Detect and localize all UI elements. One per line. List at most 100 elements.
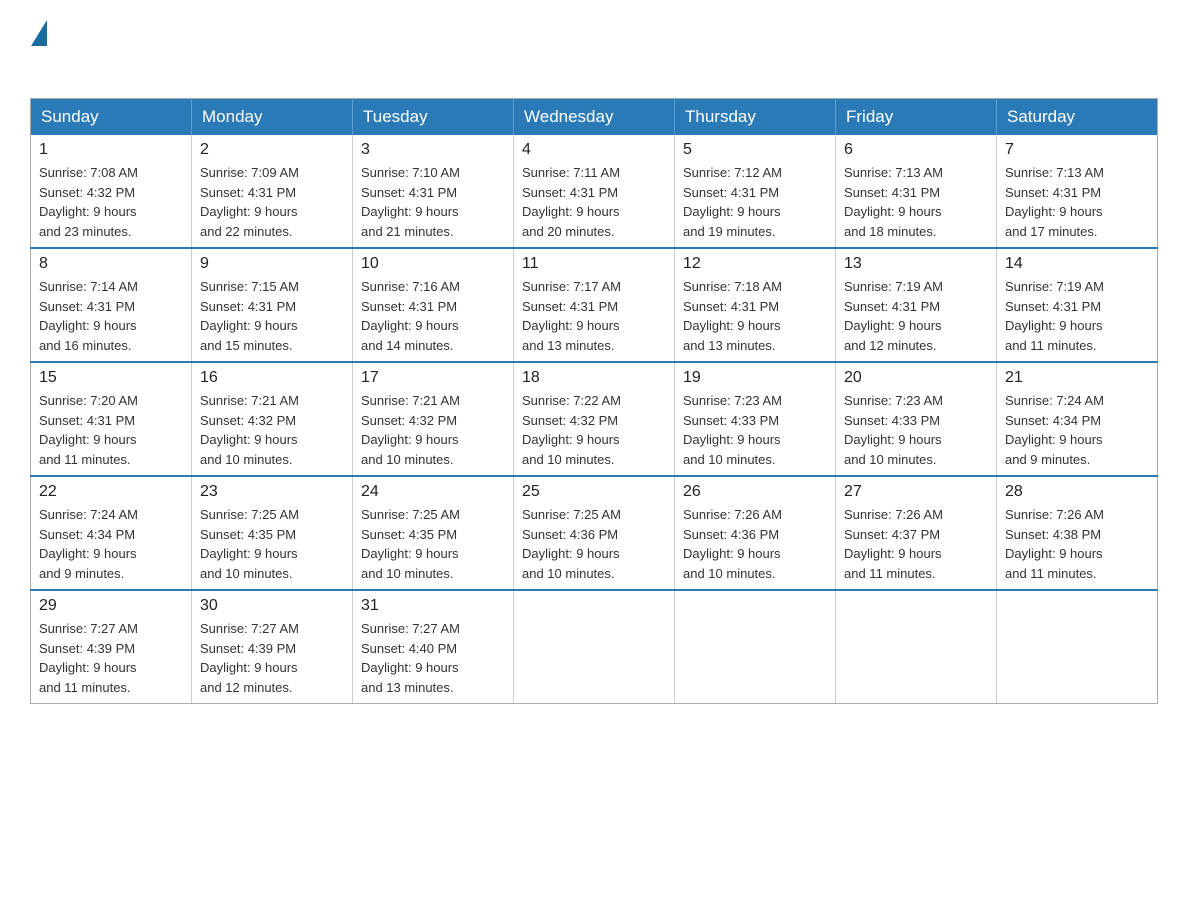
calendar-cell: 13 Sunrise: 7:19 AM Sunset: 4:31 PM Dayl… — [836, 248, 997, 362]
calendar-cell: 5 Sunrise: 7:12 AM Sunset: 4:31 PM Dayli… — [675, 135, 836, 248]
calendar-cell — [514, 590, 675, 704]
calendar-cell: 7 Sunrise: 7:13 AM Sunset: 4:31 PM Dayli… — [997, 135, 1158, 248]
day-info: Sunrise: 7:22 AM Sunset: 4:32 PM Dayligh… — [522, 391, 666, 469]
day-number: 3 — [361, 141, 505, 159]
day-info: Sunrise: 7:19 AM Sunset: 4:31 PM Dayligh… — [1005, 277, 1149, 355]
day-info: Sunrise: 7:26 AM Sunset: 4:36 PM Dayligh… — [683, 505, 827, 583]
calendar-cell: 22 Sunrise: 7:24 AM Sunset: 4:34 PM Dayl… — [31, 476, 192, 590]
calendar-cell: 30 Sunrise: 7:27 AM Sunset: 4:39 PM Dayl… — [192, 590, 353, 704]
weekday-header-row: SundayMondayTuesdayWednesdayThursdayFrid… — [31, 99, 1158, 136]
calendar-cell: 4 Sunrise: 7:11 AM Sunset: 4:31 PM Dayli… — [514, 135, 675, 248]
calendar-cell: 1 Sunrise: 7:08 AM Sunset: 4:32 PM Dayli… — [31, 135, 192, 248]
day-info: Sunrise: 7:19 AM Sunset: 4:31 PM Dayligh… — [844, 277, 988, 355]
calendar-cell: 28 Sunrise: 7:26 AM Sunset: 4:38 PM Dayl… — [997, 476, 1158, 590]
weekday-header-thursday: Thursday — [675, 99, 836, 136]
calendar-cell — [836, 590, 997, 704]
calendar-cell: 18 Sunrise: 7:22 AM Sunset: 4:32 PM Dayl… — [514, 362, 675, 476]
day-info: Sunrise: 7:12 AM Sunset: 4:31 PM Dayligh… — [683, 163, 827, 241]
calendar-cell: 24 Sunrise: 7:25 AM Sunset: 4:35 PM Dayl… — [353, 476, 514, 590]
day-number: 8 — [39, 255, 183, 273]
day-info: Sunrise: 7:21 AM Sunset: 4:32 PM Dayligh… — [361, 391, 505, 469]
day-number: 14 — [1005, 255, 1149, 273]
day-number: 22 — [39, 483, 183, 501]
calendar-cell: 27 Sunrise: 7:26 AM Sunset: 4:37 PM Dayl… — [836, 476, 997, 590]
day-number: 9 — [200, 255, 344, 273]
calendar-cell: 21 Sunrise: 7:24 AM Sunset: 4:34 PM Dayl… — [997, 362, 1158, 476]
page-header — [30, 20, 1158, 78]
day-info: Sunrise: 7:11 AM Sunset: 4:31 PM Dayligh… — [522, 163, 666, 241]
day-info: Sunrise: 7:14 AM Sunset: 4:31 PM Dayligh… — [39, 277, 183, 355]
day-number: 4 — [522, 141, 666, 159]
day-number: 7 — [1005, 141, 1149, 159]
day-number: 18 — [522, 369, 666, 387]
calendar-cell: 15 Sunrise: 7:20 AM Sunset: 4:31 PM Dayl… — [31, 362, 192, 476]
calendar-cell: 16 Sunrise: 7:21 AM Sunset: 4:32 PM Dayl… — [192, 362, 353, 476]
day-info: Sunrise: 7:16 AM Sunset: 4:31 PM Dayligh… — [361, 277, 505, 355]
day-info: Sunrise: 7:15 AM Sunset: 4:31 PM Dayligh… — [200, 277, 344, 355]
day-info: Sunrise: 7:27 AM Sunset: 4:39 PM Dayligh… — [200, 619, 344, 697]
weekday-header-monday: Monday — [192, 99, 353, 136]
logo — [30, 20, 47, 78]
week-row-5: 29 Sunrise: 7:27 AM Sunset: 4:39 PM Dayl… — [31, 590, 1158, 704]
day-number: 28 — [1005, 483, 1149, 501]
day-number: 16 — [200, 369, 344, 387]
day-number: 29 — [39, 597, 183, 615]
day-info: Sunrise: 7:24 AM Sunset: 4:34 PM Dayligh… — [39, 505, 183, 583]
day-info: Sunrise: 7:08 AM Sunset: 4:32 PM Dayligh… — [39, 163, 183, 241]
week-row-4: 22 Sunrise: 7:24 AM Sunset: 4:34 PM Dayl… — [31, 476, 1158, 590]
day-info: Sunrise: 7:24 AM Sunset: 4:34 PM Dayligh… — [1005, 391, 1149, 469]
day-info: Sunrise: 7:21 AM Sunset: 4:32 PM Dayligh… — [200, 391, 344, 469]
day-number: 10 — [361, 255, 505, 273]
day-number: 12 — [683, 255, 827, 273]
calendar-cell: 17 Sunrise: 7:21 AM Sunset: 4:32 PM Dayl… — [353, 362, 514, 476]
weekday-header-wednesday: Wednesday — [514, 99, 675, 136]
calendar-cell: 31 Sunrise: 7:27 AM Sunset: 4:40 PM Dayl… — [353, 590, 514, 704]
calendar-cell: 9 Sunrise: 7:15 AM Sunset: 4:31 PM Dayli… — [192, 248, 353, 362]
calendar-cell: 26 Sunrise: 7:26 AM Sunset: 4:36 PM Dayl… — [675, 476, 836, 590]
day-number: 19 — [683, 369, 827, 387]
logo-arrow-icon — [31, 20, 47, 46]
day-info: Sunrise: 7:09 AM Sunset: 4:31 PM Dayligh… — [200, 163, 344, 241]
week-row-3: 15 Sunrise: 7:20 AM Sunset: 4:31 PM Dayl… — [31, 362, 1158, 476]
calendar-cell: 23 Sunrise: 7:25 AM Sunset: 4:35 PM Dayl… — [192, 476, 353, 590]
day-number: 21 — [1005, 369, 1149, 387]
day-number: 23 — [200, 483, 344, 501]
day-info: Sunrise: 7:18 AM Sunset: 4:31 PM Dayligh… — [683, 277, 827, 355]
day-number: 27 — [844, 483, 988, 501]
weekday-header-sunday: Sunday — [31, 99, 192, 136]
day-number: 6 — [844, 141, 988, 159]
day-number: 13 — [844, 255, 988, 273]
day-number: 1 — [39, 141, 183, 159]
day-number: 17 — [361, 369, 505, 387]
day-number: 5 — [683, 141, 827, 159]
day-info: Sunrise: 7:25 AM Sunset: 4:36 PM Dayligh… — [522, 505, 666, 583]
calendar-cell: 11 Sunrise: 7:17 AM Sunset: 4:31 PM Dayl… — [514, 248, 675, 362]
day-info: Sunrise: 7:27 AM Sunset: 4:40 PM Dayligh… — [361, 619, 505, 697]
day-number: 31 — [361, 597, 505, 615]
day-info: Sunrise: 7:10 AM Sunset: 4:31 PM Dayligh… — [361, 163, 505, 241]
day-number: 2 — [200, 141, 344, 159]
day-number: 15 — [39, 369, 183, 387]
calendar-cell: 19 Sunrise: 7:23 AM Sunset: 4:33 PM Dayl… — [675, 362, 836, 476]
calendar-cell: 12 Sunrise: 7:18 AM Sunset: 4:31 PM Dayl… — [675, 248, 836, 362]
weekday-header-saturday: Saturday — [997, 99, 1158, 136]
day-number: 25 — [522, 483, 666, 501]
calendar-cell: 2 Sunrise: 7:09 AM Sunset: 4:31 PM Dayli… — [192, 135, 353, 248]
day-info: Sunrise: 7:27 AM Sunset: 4:39 PM Dayligh… — [39, 619, 183, 697]
calendar-cell: 6 Sunrise: 7:13 AM Sunset: 4:31 PM Dayli… — [836, 135, 997, 248]
week-row-2: 8 Sunrise: 7:14 AM Sunset: 4:31 PM Dayli… — [31, 248, 1158, 362]
calendar-cell — [997, 590, 1158, 704]
day-info: Sunrise: 7:13 AM Sunset: 4:31 PM Dayligh… — [1005, 163, 1149, 241]
calendar-cell: 20 Sunrise: 7:23 AM Sunset: 4:33 PM Dayl… — [836, 362, 997, 476]
calendar-cell: 14 Sunrise: 7:19 AM Sunset: 4:31 PM Dayl… — [997, 248, 1158, 362]
calendar-table: SundayMondayTuesdayWednesdayThursdayFrid… — [30, 98, 1158, 704]
day-info: Sunrise: 7:25 AM Sunset: 4:35 PM Dayligh… — [200, 505, 344, 583]
day-info: Sunrise: 7:23 AM Sunset: 4:33 PM Dayligh… — [844, 391, 988, 469]
day-info: Sunrise: 7:25 AM Sunset: 4:35 PM Dayligh… — [361, 505, 505, 583]
day-number: 30 — [200, 597, 344, 615]
weekday-header-tuesday: Tuesday — [353, 99, 514, 136]
calendar-cell: 25 Sunrise: 7:25 AM Sunset: 4:36 PM Dayl… — [514, 476, 675, 590]
calendar-cell — [675, 590, 836, 704]
calendar-cell: 8 Sunrise: 7:14 AM Sunset: 4:31 PM Dayli… — [31, 248, 192, 362]
day-number: 24 — [361, 483, 505, 501]
